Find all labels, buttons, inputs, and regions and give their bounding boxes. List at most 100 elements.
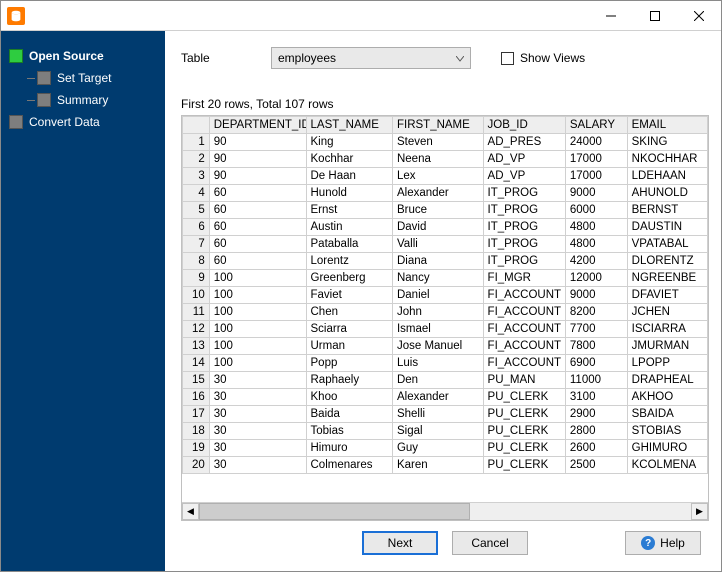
wizard-steps: Open Source Set Target Summary Convert D… (7, 45, 159, 133)
table-row[interactable]: 1630KhooAlexanderPU_CLERK3100AKHOO (183, 389, 708, 406)
table-cell: 6900 (565, 355, 627, 372)
preview-table: DEPARTMENT_ID LAST_NAME FIRST_NAME JOB_I… (182, 116, 708, 474)
table-cell: 4800 (565, 236, 627, 253)
table-cell: DRAPHEAL (627, 372, 707, 389)
row-number: 4 (183, 185, 210, 202)
row-number-header (183, 117, 210, 134)
table-row[interactable]: 290KochharNeenaAD_VP17000NKOCHHAR (183, 151, 708, 168)
row-number: 6 (183, 219, 210, 236)
table-cell: IT_PROG (483, 236, 565, 253)
table-row[interactable]: 12100SciarraIsmaelFI_ACCOUNT7700ISCIARRA (183, 321, 708, 338)
table-cell: Karen (392, 457, 483, 474)
table-row[interactable]: 10100FavietDanielFI_ACCOUNT9000DFAVIET (183, 287, 708, 304)
table-row[interactable]: 460HunoldAlexanderIT_PROG9000AHUNOLD (183, 185, 708, 202)
wizard-sidebar: Open Source Set Target Summary Convert D… (1, 31, 165, 571)
table-cell: 100 (209, 355, 306, 372)
table-cell: 11000 (565, 372, 627, 389)
scroll-left-icon[interactable]: ◀ (182, 503, 199, 520)
table-row[interactable]: 2030ColmenaresKarenPU_CLERK2500KCOLMENA (183, 457, 708, 474)
table-row[interactable]: 9100GreenbergNancyFI_MGR12000NGREENBE (183, 270, 708, 287)
step-summary[interactable]: Summary (7, 89, 159, 111)
show-views-checkbox[interactable]: Show Views (501, 51, 585, 65)
table-cell: 3100 (565, 389, 627, 406)
table-cell: John (392, 304, 483, 321)
table-cell: 8200 (565, 304, 627, 321)
column-header[interactable]: DEPARTMENT_ID (209, 117, 306, 134)
horizontal-scrollbar[interactable]: ◀ ▶ (182, 502, 708, 520)
row-number: 5 (183, 202, 210, 219)
row-number: 7 (183, 236, 210, 253)
row-number: 18 (183, 423, 210, 440)
row-number: 10 (183, 287, 210, 304)
table-cell: 30 (209, 389, 306, 406)
table-row[interactable]: 760PataballaValliIT_PROG4800VPATABAL (183, 236, 708, 253)
table-cell: 4800 (565, 219, 627, 236)
table-row[interactable]: 1930HimuroGuyPU_CLERK2600GHIMURO (183, 440, 708, 457)
table-cell: ISCIARRA (627, 321, 707, 338)
table-cell: 100 (209, 287, 306, 304)
table-row[interactable]: 14100PoppLuisFI_ACCOUNT6900LPOPP (183, 355, 708, 372)
table-header-row: DEPARTMENT_ID LAST_NAME FIRST_NAME JOB_I… (183, 117, 708, 134)
table-row[interactable]: 660AustinDavidIT_PROG4800DAUSTIN (183, 219, 708, 236)
table-cell: PU_CLERK (483, 457, 565, 474)
table-cell: BERNST (627, 202, 707, 219)
minimize-button[interactable] (589, 1, 633, 30)
table-row[interactable]: 13100UrmanJose ManuelFI_ACCOUNT7800JMURM… (183, 338, 708, 355)
column-header[interactable]: EMAIL (627, 117, 707, 134)
table-row[interactable]: 1830TobiasSigalPU_CLERK2800STOBIAS (183, 423, 708, 440)
column-header[interactable]: JOB_ID (483, 117, 565, 134)
maximize-button[interactable] (633, 1, 677, 30)
table-cell: Khoo (306, 389, 392, 406)
table-cell: AD_PRES (483, 134, 565, 151)
table-row[interactable]: 11100ChenJohnFI_ACCOUNT8200JCHEN (183, 304, 708, 321)
table-row[interactable]: 190KingStevenAD_PRES24000SKING (183, 134, 708, 151)
checkbox-label: Show Views (520, 51, 585, 65)
table-cell: DFAVIET (627, 287, 707, 304)
next-button[interactable]: Next (362, 531, 438, 555)
table-cell: SBAIDA (627, 406, 707, 423)
table-cell: DAUSTIN (627, 219, 707, 236)
column-header[interactable]: FIRST_NAME (392, 117, 483, 134)
table-row[interactable]: 560ErnstBruceIT_PROG6000BERNST (183, 202, 708, 219)
scroll-right-icon[interactable]: ▶ (691, 503, 708, 520)
table-cell: 100 (209, 321, 306, 338)
table-cell: IT_PROG (483, 253, 565, 270)
help-button[interactable]: ? Help (625, 531, 701, 555)
table-cell: Steven (392, 134, 483, 151)
table-cell: Sciarra (306, 321, 392, 338)
table-cell: IT_PROG (483, 185, 565, 202)
column-header[interactable]: LAST_NAME (306, 117, 392, 134)
table-cell: Ernst (306, 202, 392, 219)
table-cell: Jose Manuel (392, 338, 483, 355)
step-set-target[interactable]: Set Target (7, 67, 159, 89)
close-button[interactable] (677, 1, 721, 30)
step-convert-data[interactable]: Convert Data (7, 111, 159, 133)
table-row[interactable]: 390De HaanLexAD_VP17000LDEHAAN (183, 168, 708, 185)
table-cell: 30 (209, 372, 306, 389)
step-open-source[interactable]: Open Source (7, 45, 159, 67)
table-cell: Alexander (392, 389, 483, 406)
scroll-track[interactable] (199, 503, 691, 520)
table-cell: Hunold (306, 185, 392, 202)
table-cell: 60 (209, 219, 306, 236)
table-cell: FI_ACCOUNT (483, 304, 565, 321)
column-header[interactable]: SALARY (565, 117, 627, 134)
table-cell: 100 (209, 304, 306, 321)
table-cell: Lex (392, 168, 483, 185)
table-cell: 2600 (565, 440, 627, 457)
table-dropdown[interactable]: employees (271, 47, 471, 69)
step-marker-icon (9, 49, 23, 63)
table-cell: Colmenares (306, 457, 392, 474)
cancel-button[interactable]: Cancel (452, 531, 528, 555)
checkbox-box-icon (501, 52, 514, 65)
table-row[interactable]: 1530RaphaelyDenPU_MAN11000DRAPHEAL (183, 372, 708, 389)
table-row[interactable]: 860LorentzDianaIT_PROG4200DLORENTZ (183, 253, 708, 270)
scroll-thumb[interactable] (199, 503, 470, 520)
table-cell: Bruce (392, 202, 483, 219)
row-number: 2 (183, 151, 210, 168)
table-cell: Greenberg (306, 270, 392, 287)
row-number: 3 (183, 168, 210, 185)
table-cell: 24000 (565, 134, 627, 151)
table-cell: 90 (209, 168, 306, 185)
table-row[interactable]: 1730BaidaShelliPU_CLERK2900SBAIDA (183, 406, 708, 423)
